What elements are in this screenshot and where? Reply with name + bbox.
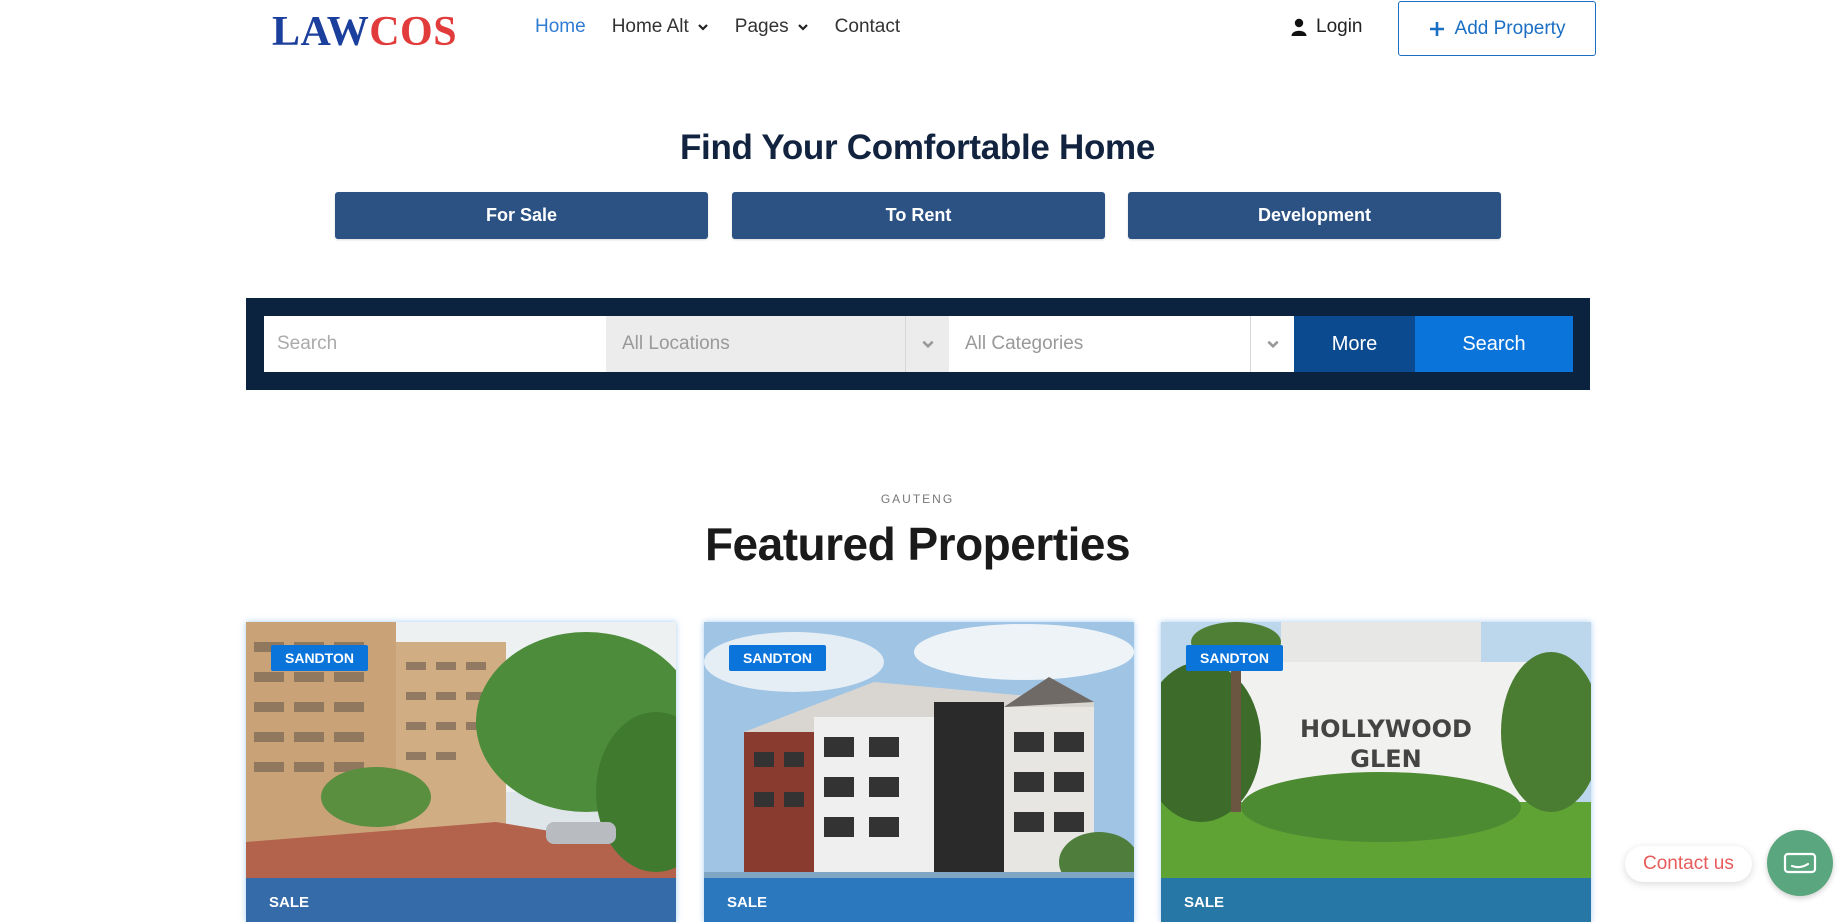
status-label: SALE <box>727 894 768 911</box>
nav-item-home-alt[interactable]: Home Alt <box>612 16 709 38</box>
user-icon <box>1291 18 1307 36</box>
location-badge: SANDTON <box>729 645 826 671</box>
category-select[interactable]: All Categories <box>949 316 1294 372</box>
logo-text-cos: COS <box>369 9 458 55</box>
status-label: SALE <box>1184 894 1225 911</box>
login-label: Login <box>1316 16 1363 37</box>
location-badge: SANDTON <box>1186 645 1283 671</box>
card-footer-strip: SALE <box>246 878 676 922</box>
location-select-value: All Locations <box>622 333 730 354</box>
site-header: LAWCOS Home Home Alt Pages Contact Login… <box>0 0 1847 56</box>
nav-item-label: Home <box>535 16 586 37</box>
tab-for-sale[interactable]: For Sale <box>335 192 708 239</box>
sign-text-line2: GLEN <box>1350 745 1421 773</box>
property-card[interactable]: SANDTON SALE <box>704 622 1134 922</box>
sign-text-line1: HOLLYWOOD <box>1300 715 1472 743</box>
section-title: Featured Properties <box>704 518 1131 570</box>
more-filters-button[interactable]: More <box>1294 316 1415 372</box>
location-badge: SANDTON <box>271 645 368 671</box>
location-select-arrow[interactable] <box>905 316 949 372</box>
property-card[interactable]: HOLLYWOOD GLEN SANDTON SALE <box>1161 622 1591 922</box>
hero-title: Find Your Comfortable Home <box>679 128 1156 167</box>
chevron-down-icon <box>921 340 934 349</box>
chat-icon <box>1783 852 1817 874</box>
logo-text-law: LAW <box>272 9 370 55</box>
site-logo[interactable]: LAWCOS <box>272 10 457 54</box>
status-label: SALE <box>269 894 310 911</box>
chevron-down-icon <box>797 24 808 31</box>
section-eyebrow: GAUTENG <box>880 492 955 506</box>
nav-item-contact[interactable]: Contact <box>835 16 900 38</box>
search-button[interactable]: Search <box>1415 316 1573 372</box>
card-footer-strip: SALE <box>1161 878 1591 922</box>
add-property-label: Add Property <box>1454 17 1566 39</box>
login-link[interactable]: Login <box>1291 16 1363 38</box>
search-input[interactable] <box>264 316 606 372</box>
property-search-bar: All Locations All Categories More Search <box>246 298 1590 390</box>
tab-development[interactable]: Development <box>1128 192 1501 239</box>
contact-chat-button[interactable] <box>1767 830 1833 896</box>
category-select-arrow[interactable] <box>1250 316 1294 372</box>
nav-item-home[interactable]: Home <box>535 16 586 38</box>
property-card[interactable]: SANDTON SALE <box>246 622 676 922</box>
category-select-value: All Categories <box>965 333 1084 354</box>
nav-item-label: Contact <box>834 16 901 37</box>
plus-icon <box>1429 21 1444 36</box>
main-nav: Home Home Alt Pages Contact <box>535 16 900 38</box>
card-footer-strip: SALE <box>704 878 1134 922</box>
location-select[interactable]: All Locations <box>606 316 949 372</box>
nav-item-label: Home Alt <box>611 16 689 37</box>
nav-item-label: Pages <box>734 16 789 37</box>
chevron-down-icon <box>1266 340 1279 349</box>
contact-us-label[interactable]: Contact us <box>1625 846 1752 882</box>
tab-to-rent[interactable]: To Rent <box>732 192 1105 239</box>
nav-item-pages[interactable]: Pages <box>735 16 809 38</box>
chevron-down-icon <box>698 24 708 31</box>
add-property-button[interactable]: Add Property <box>1398 1 1596 56</box>
